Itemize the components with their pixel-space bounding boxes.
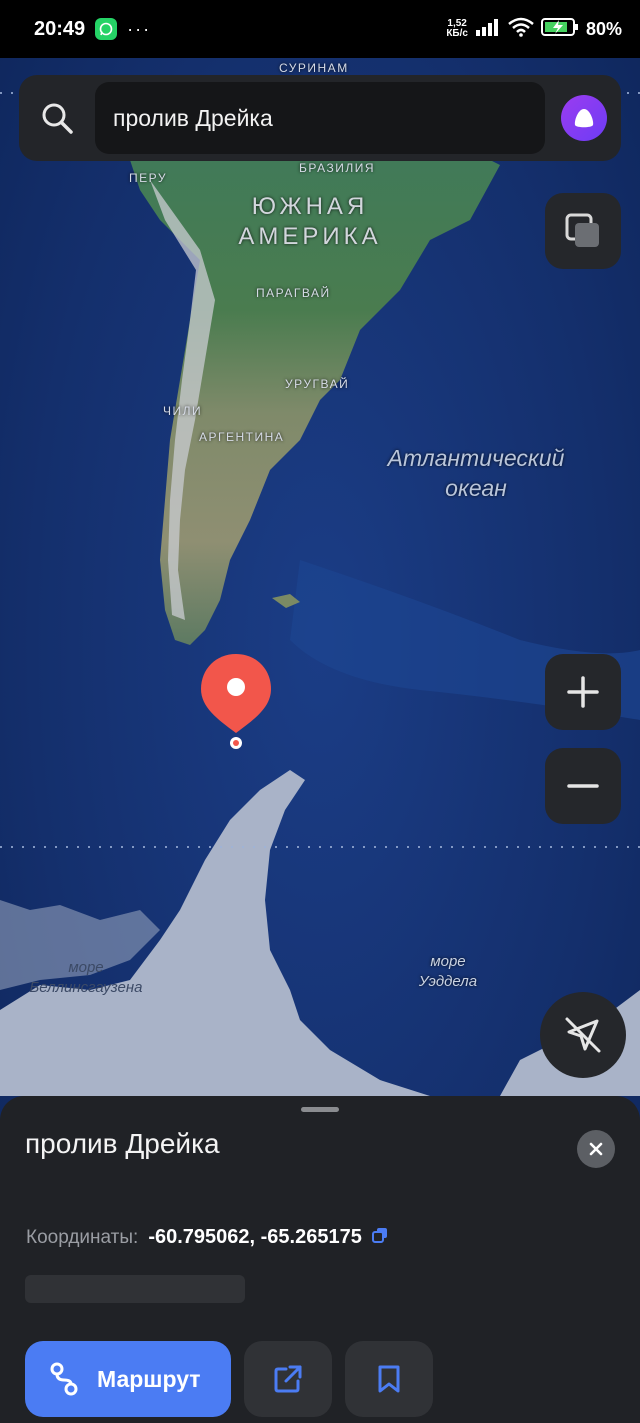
wifi-icon <box>508 17 534 42</box>
map-layers-button[interactable] <box>545 193 621 269</box>
coordinates-label: Координаты: <box>26 1226 139 1248</box>
continent-line-2: АМЕРИКА <box>238 223 382 250</box>
route-button[interactable]: Маршрут <box>25 1341 231 1417</box>
status-right-group: 1,52 КБ/с 80% <box>446 17 622 42</box>
sea-bell-line-2: Беллинсгаузена <box>29 979 143 996</box>
ocean-line-1: Атлантический <box>387 445 565 471</box>
signal-icon <box>475 18 501 41</box>
sheet-drag-handle[interactable] <box>301 1107 339 1112</box>
map-label-atlantic-ocean: Атлантический океан <box>368 443 584 503</box>
zoom-in-button[interactable] <box>545 654 621 730</box>
coordinates-value[interactable]: -60.795062, -65.265175 <box>148 1226 362 1249</box>
zoom-out-button[interactable] <box>545 748 621 824</box>
search-input[interactable]: пролив Дрейка <box>95 82 545 154</box>
layers-icon <box>565 213 599 247</box>
ocean-line-2: океан <box>445 475 507 501</box>
bookmark-icon <box>378 1365 400 1393</box>
continent-line-1: ЮЖНАЯ <box>251 193 369 220</box>
map-label-south-america: ЮЖНАЯ АМЕРИКА <box>228 192 392 252</box>
map-label-brazil: БРАЗИЛИЯ <box>299 161 375 175</box>
network-speed-unit: КБ/с <box>446 28 468 39</box>
status-bar: 20:49 ··· 1,52 КБ/с 80% <box>0 0 640 58</box>
search-icon <box>42 103 73 134</box>
place-card-sheet: пролив Дрейка Координаты: -60.795062, -6… <box>0 1096 640 1423</box>
map-pin-icon <box>201 654 271 749</box>
sea-wed-line-1: море <box>430 953 466 970</box>
loading-placeholder <box>25 1275 245 1303</box>
close-button[interactable] <box>577 1130 615 1168</box>
route-button-label: Маршрут <box>97 1365 201 1392</box>
alice-assistant-icon <box>574 109 594 128</box>
share-button[interactable] <box>244 1341 332 1417</box>
battery-charging-icon <box>540 17 579 42</box>
copy-icon[interactable] <box>371 1227 388 1248</box>
my-location-button[interactable] <box>540 992 626 1078</box>
network-speed: 1,52 КБ/с <box>446 19 468 39</box>
map-label-paraguay: ПАРАГВАЙ <box>256 286 331 300</box>
bookmark-button[interactable] <box>345 1341 433 1417</box>
route-icon <box>50 1362 78 1396</box>
plus-icon <box>567 676 599 708</box>
map-label-chile: ЧИЛИ <box>163 404 203 418</box>
more-notifications-icon: ··· <box>127 18 152 39</box>
location-pin-marker[interactable] <box>199 653 273 753</box>
map-label-peru: ПЕРУ <box>129 171 167 185</box>
share-icon <box>274 1365 302 1393</box>
search-bar: пролив Дрейка <box>19 75 621 161</box>
sea-bell-line-1: море <box>68 959 104 976</box>
map-label-uruguay: УРУГВАЙ <box>285 377 350 391</box>
navigation-off-icon <box>565 1017 601 1053</box>
close-icon <box>589 1142 603 1156</box>
coordinates-row: Координаты: -60.795062, -65.265175 <box>26 1226 388 1249</box>
search-button[interactable] <box>19 75 95 161</box>
map-label-argentina: АРГЕНТИНА <box>199 430 285 444</box>
map-label-suriname: СУРИНАМ <box>279 61 349 75</box>
battery-percent: 80% <box>585 18 622 39</box>
voice-assistant-button[interactable] <box>561 95 607 141</box>
whatsapp-icon <box>95 18 118 40</box>
sea-wed-line-2: Уэддела <box>418 973 478 990</box>
map-label-weddell-sea: море Уэддела <box>404 952 492 992</box>
minus-icon <box>567 784 599 788</box>
status-time: 20:49 <box>34 17 86 40</box>
place-title: пролив Дрейка <box>25 1128 220 1159</box>
map-label-bellingshausen-sea: море Беллинсгаузена <box>14 958 158 998</box>
